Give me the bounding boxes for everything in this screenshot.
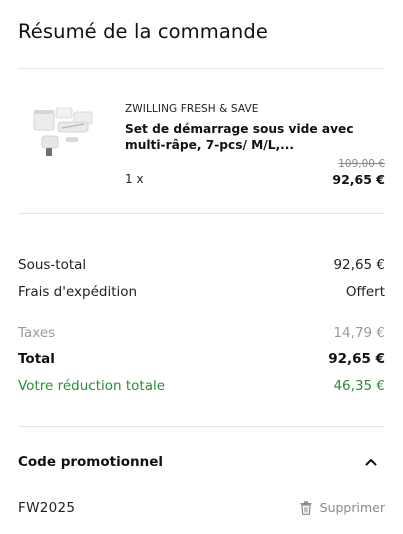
remove-promo-button[interactable]: Supprimer: [300, 500, 385, 515]
savings-value: 46,35 €: [333, 378, 385, 394]
shipping-label: Frais d'expédition: [18, 284, 138, 300]
subtotal-row: Sous-total 92,65 €: [18, 257, 385, 273]
order-summary-title: Résumé de la commande: [18, 20, 268, 43]
total-value: 92,65 €: [328, 351, 385, 367]
taxes-label: Taxes: [18, 325, 56, 341]
product-brand: ZWILLING FRESH & SAVE: [125, 103, 259, 115]
shipping-value: Offert: [345, 284, 385, 300]
divider: [18, 426, 385, 427]
trash-icon: [300, 500, 312, 515]
taxes-value: 14,79 €: [333, 325, 385, 341]
shipping-row: Frais d'expédition Offert: [18, 284, 385, 300]
divider: [18, 68, 385, 69]
total-label: Total: [18, 351, 55, 367]
savings-label: Votre réduction totale: [18, 378, 166, 394]
original-price: 109,00 €: [338, 158, 385, 170]
subtotal-value: 92,65 €: [333, 257, 385, 273]
product-price: 92,65 €: [332, 172, 385, 187]
chevron-up-icon[interactable]: [363, 454, 379, 470]
total-row: Total 92,65 €: [18, 351, 385, 367]
divider: [18, 213, 385, 214]
promo-code-title[interactable]: Code promotionnel: [18, 454, 163, 470]
applied-promo-code: FW2025: [18, 500, 76, 516]
product-thumbnail[interactable]: [30, 104, 96, 160]
product-name[interactable]: Set de démarrage sous vide avec multi-râ…: [125, 121, 365, 153]
subtotal-label: Sous-total: [18, 257, 87, 273]
savings-row: Votre réduction totale 46,35 €: [18, 378, 385, 394]
remove-promo-label: Supprimer: [319, 500, 385, 515]
taxes-row: Taxes 14,79 €: [18, 325, 385, 341]
product-quantity: 1 x: [125, 172, 144, 186]
